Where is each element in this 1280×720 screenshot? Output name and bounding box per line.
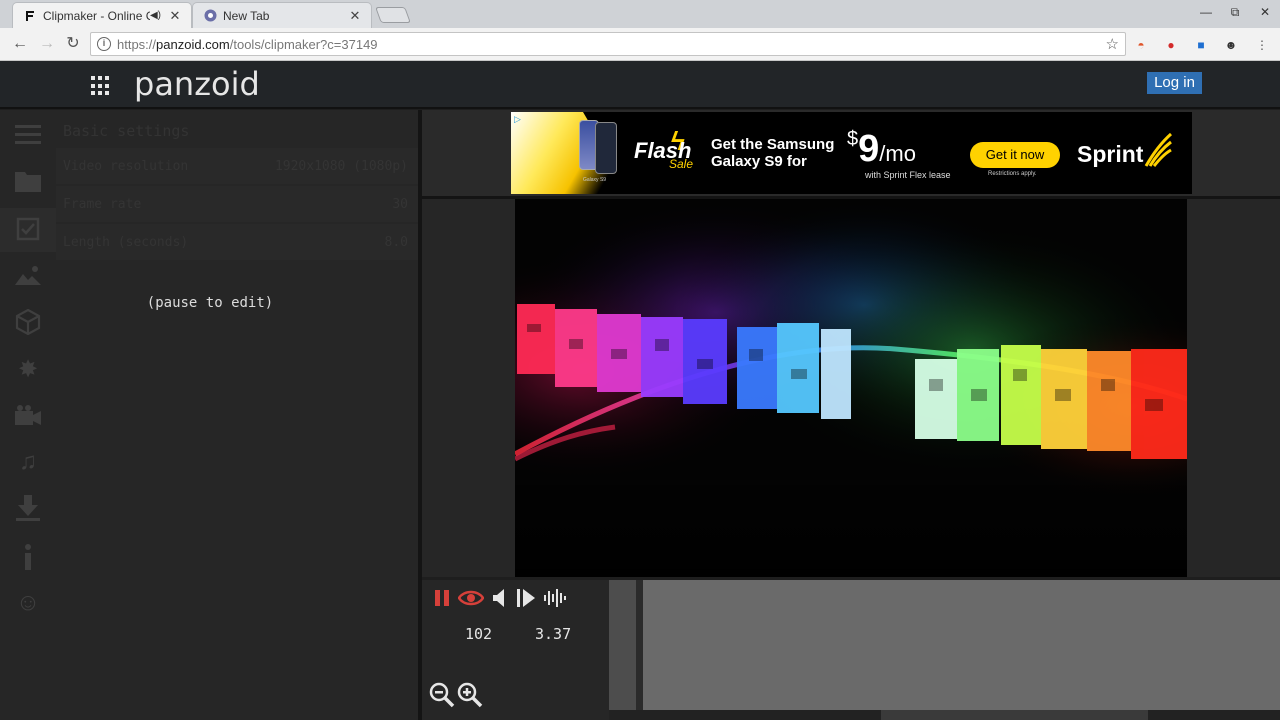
download-icon[interactable]: [13, 493, 43, 523]
bookmark-star-icon[interactable]: ☆: [1106, 35, 1119, 53]
ad-price-amount: 9: [858, 128, 880, 170]
tab-close-icon[interactable]: ✕: [167, 8, 183, 24]
chrome-newtab-icon: [203, 9, 217, 23]
back-arrow-icon[interactable]: ←: [10, 34, 30, 54]
tab-title: Clipmaker - Online Cu: [43, 8, 150, 23]
playback-controls: 102 3.37: [422, 580, 609, 720]
ad-brand: Sprint: [1077, 141, 1144, 167]
smiley-feedback-icon[interactable]: ☺: [13, 588, 43, 618]
settings-row-resolution: Video resolution 1920x1080 (1080p): [56, 148, 418, 184]
browser-menu-icon[interactable]: ⋮: [1254, 37, 1270, 53]
ad-price-unit: /mo: [879, 141, 916, 166]
waveform-icon[interactable]: [542, 587, 568, 609]
volume-icon[interactable]: [489, 587, 511, 609]
extension-face-icon[interactable]: ☻: [1223, 37, 1239, 53]
browser-toolbar: ← → ↻ i https://panzoid.com/tools/clipma…: [0, 28, 1280, 61]
music-note-icon[interactable]: ♫: [13, 447, 43, 477]
audio-playing-icon[interactable]: ◀): [150, 10, 161, 21]
step-forward-icon[interactable]: [515, 587, 537, 609]
particles-burst-icon[interactable]: ✸: [13, 354, 43, 384]
settings-row-value: 30: [392, 197, 408, 212]
extension-rainbow-icon[interactable]: ◓: [1133, 37, 1149, 53]
preview-frame-graphic: [515, 199, 1187, 577]
ad-sale-text: Sale: [669, 157, 694, 171]
new-tab-button[interactable]: [375, 7, 411, 23]
sprint-logo-icon: [1144, 132, 1172, 167]
settings-row-length: Length (seconds) 8.0: [56, 224, 418, 260]
settings-row-label: Length (seconds): [63, 235, 189, 250]
settings-heading: Basic settings: [63, 122, 190, 140]
timeline-scrollbar-thumb[interactable]: [881, 710, 1148, 720]
tab-new-tab[interactable]: New Tab ✕: [192, 2, 372, 28]
pause-to-edit-message: (pause to edit): [146, 295, 274, 311]
video-preview[interactable]: [515, 199, 1187, 577]
3d-cube-icon[interactable]: [13, 307, 43, 337]
minimize-icon[interactable]: —: [1195, 5, 1217, 19]
settings-row-value: 8.0: [384, 235, 408, 250]
tab-clipmaker[interactable]: Clipmaker - Online Cu ◀) ✕: [12, 2, 192, 28]
site-info-icon[interactable]: i: [97, 37, 111, 51]
timeline-area[interactable]: [643, 580, 1280, 710]
ad-phone-back: [595, 122, 617, 174]
tab-close-icon[interactable]: ✕: [347, 8, 363, 24]
url-path: /tools/clipmaker?c=37149: [229, 36, 378, 52]
ad-restrictions: Restrictions apply.: [988, 171, 1037, 177]
preview-stage: [422, 199, 1280, 577]
ad-price: $9/mo: [847, 128, 916, 171]
ad-area: ▷ Galaxy S9 ϟ Flash Sale Get the Samsung…: [422, 110, 1280, 196]
ad-phone-caption: Galaxy S9: [583, 177, 607, 183]
ad-headline-line1: Get the Samsung: [711, 136, 835, 153]
extension-blue-icon[interactable]: ■: [1193, 37, 1209, 53]
pause-icon[interactable]: [431, 587, 453, 609]
reload-icon[interactable]: ↻: [63, 34, 83, 54]
panzoid-favicon-icon: [23, 9, 37, 23]
window-close-icon[interactable]: ✕: [1254, 5, 1276, 19]
settings-row-label: Frame rate: [63, 197, 142, 212]
frame-counter: 102: [465, 625, 493, 643]
login-button[interactable]: Log in: [1147, 72, 1202, 94]
tool-sidebar: ✸ ♫ ☺: [0, 110, 56, 720]
ad-fine-print: with Sprint Flex lease: [865, 170, 951, 180]
url-host: panzoid.com: [156, 36, 230, 52]
restore-icon[interactable]: ⧉: [1224, 5, 1246, 20]
zoom-in-icon[interactable]: [457, 682, 483, 708]
settings-row-value: 1920x1080 (1080p): [274, 159, 408, 174]
ad-cta-button[interactable]: Get it now: [970, 142, 1060, 168]
panzoid-logo[interactable]: panzoid: [134, 65, 260, 103]
url-scheme: https://: [117, 36, 157, 52]
settings-row-label: Video resolution: [63, 159, 189, 174]
browser-tabstrip: Clipmaker - Online Cu ◀) ✕ New Tab ✕ — ⧉…: [0, 0, 1280, 28]
timeline-separator: [636, 580, 643, 710]
ad-price-dollar: $: [847, 128, 859, 150]
camera-icon[interactable]: [13, 400, 43, 430]
settings-row-framerate: Frame rate 30: [56, 186, 418, 222]
adchoices-icon[interactable]: ▷: [514, 114, 526, 126]
info-icon[interactable]: [13, 542, 43, 572]
apps-grid-icon[interactable]: [91, 76, 111, 96]
zoom-out-icon[interactable]: [429, 682, 455, 708]
time-readout: 3.37: [535, 625, 572, 643]
timeline-track-header[interactable]: [609, 580, 636, 710]
image-landscape-icon[interactable]: [13, 260, 43, 290]
ad-headline: Get the Samsung Galaxy S9 for: [711, 136, 834, 170]
extension-red-icon[interactable]: ●: [1163, 37, 1179, 53]
forward-arrow-icon[interactable]: →: [37, 34, 57, 54]
app-header: panzoid Log in: [0, 61, 1280, 109]
folder-icon[interactable]: [13, 166, 43, 196]
hamburger-menu-icon[interactable]: [13, 119, 43, 149]
checkbox-settings-icon[interactable]: [13, 214, 43, 244]
address-bar[interactable]: i https://panzoid.com/tools/clipmaker?c=…: [90, 32, 1126, 56]
eye-visibility-icon[interactable]: [458, 587, 484, 609]
ad-banner[interactable]: ▷ Galaxy S9 ϟ Flash Sale Get the Samsung…: [511, 112, 1192, 194]
tab-title: New Tab: [223, 8, 270, 23]
settings-panel: Basic settings Video resolution 1920x108…: [56, 110, 418, 720]
ad-headline-line2: Galaxy S9 for: [711, 153, 807, 170]
